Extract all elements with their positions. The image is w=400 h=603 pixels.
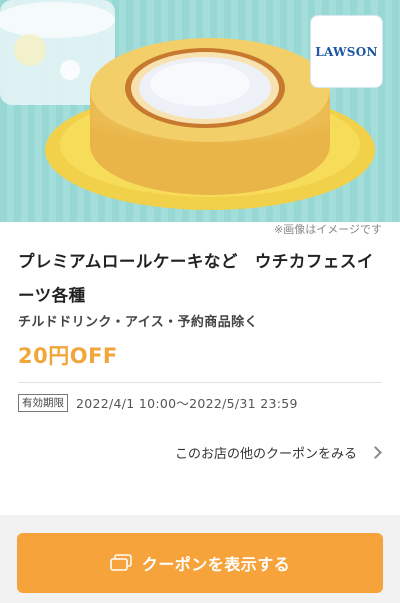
validity-row: 有効期限 2022/4/1 10:00〜2022/5/31 23:59: [18, 393, 298, 412]
show-coupon-label: クーポンを表示する: [141, 555, 291, 574]
chevron-right-icon: [369, 446, 382, 459]
discount-value: 20円OFF: [18, 344, 118, 368]
other-coupons-label: このお店の他のクーポンをみる: [174, 447, 357, 462]
coupon-icon: [109, 554, 132, 572]
lawson-logo: LAWSON: [315, 44, 378, 59]
exclusion-note: チルドドリンク・アイス・予約商品除く: [18, 315, 258, 330]
image-note: ※画像はイメージです: [274, 223, 382, 236]
other-coupons-link[interactable]: このお店の他のクーポンをみる: [174, 443, 382, 462]
divider: [18, 382, 382, 383]
store-logo: LAWSON: [310, 15, 383, 88]
product-title: プレミアムロールケーキなど ウチカフェスイーツ各種: [18, 252, 374, 305]
validity-period: 2022/4/1 10:00〜2022/5/31 23:59: [76, 396, 298, 411]
show-coupon-button[interactable]: クーポンを表示する: [17, 533, 383, 593]
validity-badge: 有効期限: [18, 393, 68, 412]
hero-image: LAWSON: [0, 0, 400, 222]
